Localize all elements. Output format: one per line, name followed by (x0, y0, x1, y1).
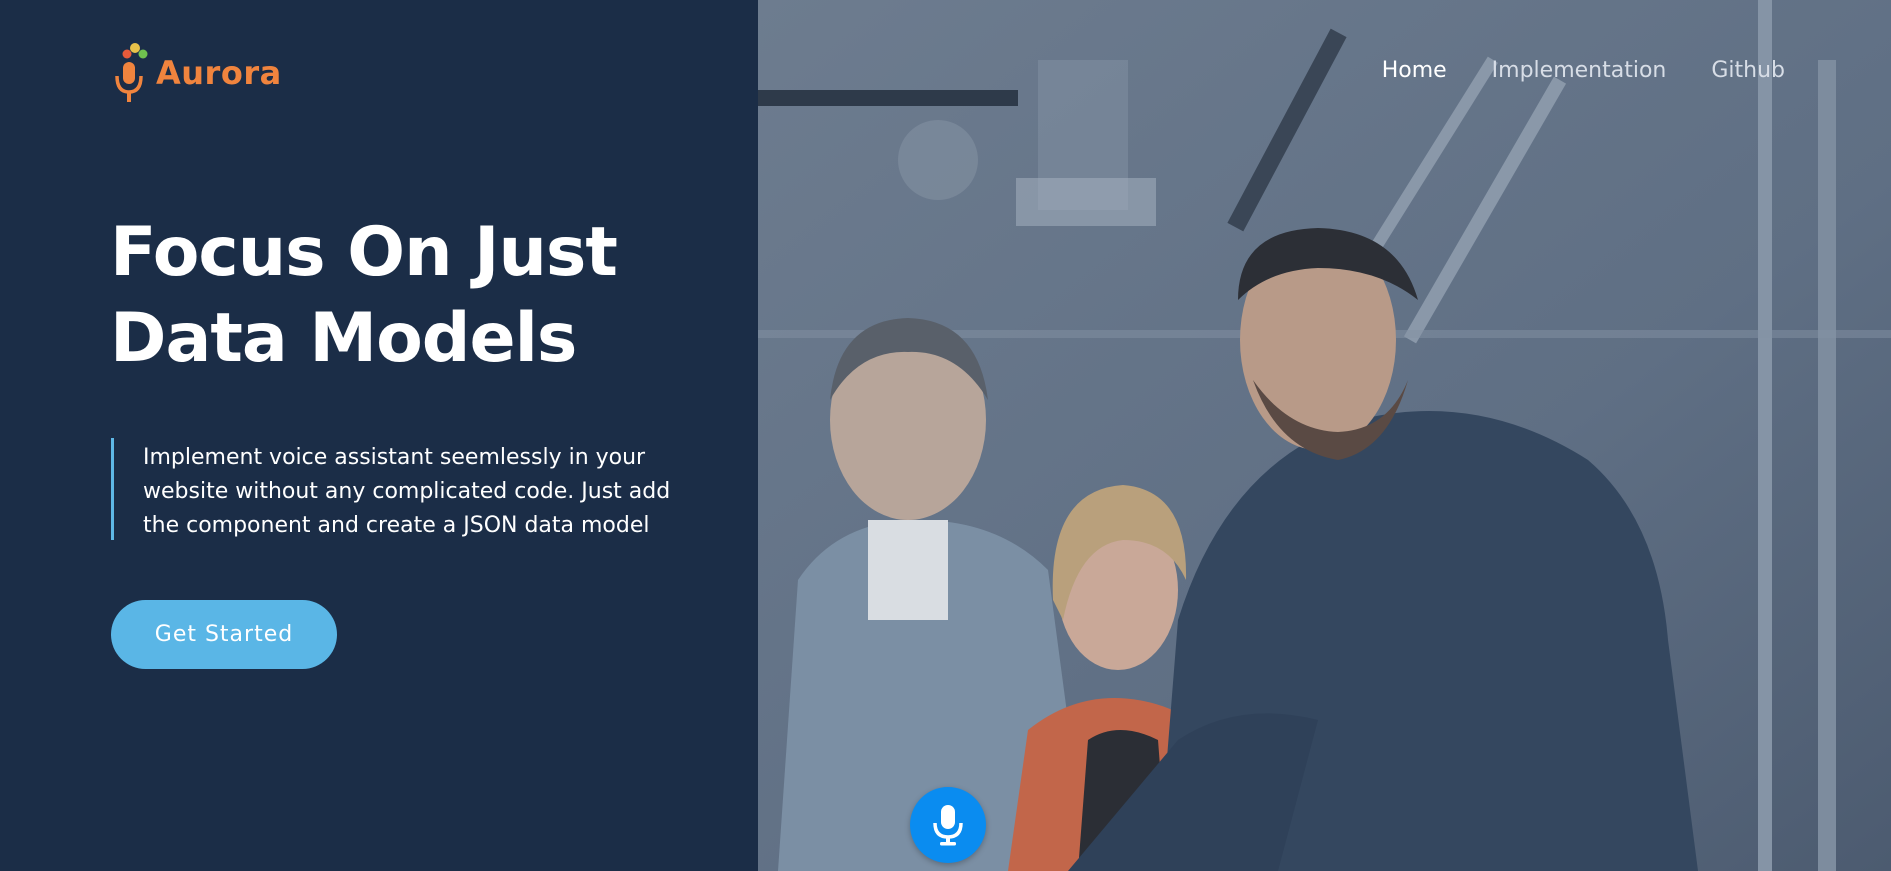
hero-title: Focus On Just Data Models (110, 210, 710, 382)
nav-implementation[interactable]: Implementation (1492, 58, 1667, 83)
hero-title-line2: Data Models (110, 299, 577, 378)
nav-github[interactable]: Github (1711, 58, 1785, 83)
hero-image-panel: Home Implementation Github (758, 0, 1891, 871)
top-nav: Home Implementation Github (1382, 58, 1785, 83)
get-started-button[interactable]: Get Started (111, 600, 337, 669)
hero-description: Implement voice assistant seemlessly in … (111, 438, 671, 540)
nav-home[interactable]: Home (1382, 58, 1447, 83)
voice-assistant-button[interactable] (910, 787, 986, 863)
left-panel: Aurora Focus On Just Data Models Impleme… (0, 0, 758, 871)
team-photo (758, 0, 1891, 871)
hero-title-line1: Focus On Just (110, 213, 618, 292)
brand-logo[interactable]: Aurora (112, 42, 282, 104)
microphone-icon (933, 805, 963, 846)
brand-name: Aurora (156, 54, 282, 92)
microphone-logo-icon (115, 43, 148, 102)
